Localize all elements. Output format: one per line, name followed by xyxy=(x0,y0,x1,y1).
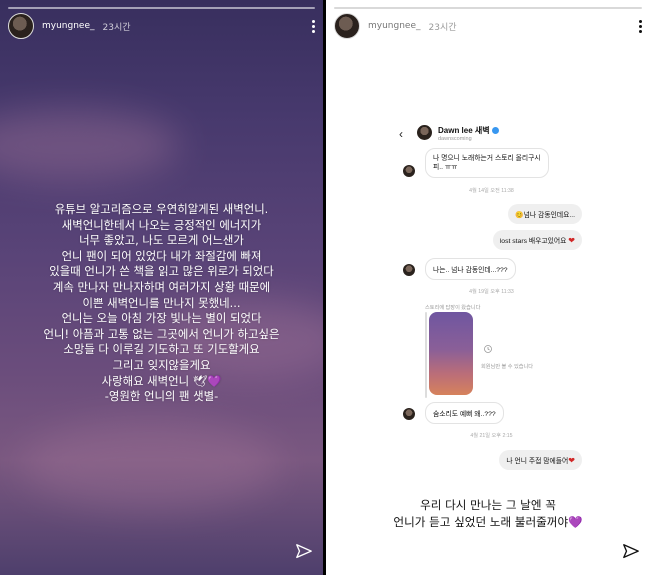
timestamp: 4월 14일 오전 11:38 xyxy=(469,188,514,194)
send-icon[interactable] xyxy=(295,543,313,561)
dm-avatar xyxy=(403,408,415,420)
story-panel-left: myungnee_ 23시간 유튜브 알고리즘으로 우연히알게된 새벽언니. 새… xyxy=(0,0,323,575)
dm-message-out: 나 언니 주접 맘에들어❤ xyxy=(499,450,582,470)
message-line: 너무 좋았고, 나도 모르게 어느샌가 xyxy=(79,233,244,248)
message-line: 있을때 언니가 쓴 책을 읽고 많은 위로가 되었다 xyxy=(49,264,274,279)
dm-header: ‹ Dawn lee 새벽 dawnscoming xyxy=(393,122,590,146)
timestamp: 4월 19일 오후 11:33 xyxy=(469,289,514,295)
message-line: 소망들 다 이루길 기도하고 또 기도할게요 xyxy=(63,342,260,357)
dm-contact-name: Dawn lee 새벽 xyxy=(438,125,499,136)
reply-label: 스토리에 답장이 왔습니다 xyxy=(425,305,481,311)
message-line: 이쁜 새벽언니를 만나지 못했네... xyxy=(82,295,241,310)
message-line: 언니 팬이 되어 있었다 내가 좌절감에 빠져 xyxy=(61,248,262,263)
post-time: 23시간 xyxy=(428,22,457,33)
more-options-icon[interactable] xyxy=(311,19,315,33)
verified-badge-icon xyxy=(491,127,499,134)
story-header: myungnee_ 23시간 xyxy=(8,13,315,39)
heart-icon: ❤ xyxy=(568,236,575,245)
send-icon[interactable] xyxy=(622,543,640,561)
story-reply-thumbnail xyxy=(429,312,473,395)
message-line: 그리고 잊지않을게요 xyxy=(112,357,211,372)
back-arrow-icon: ‹ xyxy=(399,127,403,141)
reply-bar xyxy=(425,312,427,398)
dm-avatar xyxy=(403,165,415,177)
avatar[interactable] xyxy=(8,13,34,39)
more-options-icon[interactable] xyxy=(638,19,642,33)
message-line: -영원한 언니의 팬 샛별- xyxy=(104,389,219,404)
message-line: 언니! 아픔과 고통 없는 그곳에서 언니가 하고싶은 xyxy=(43,326,280,341)
dm-screenshot: ‹ Dawn lee 새벽 dawnscoming 나 명으니 노래하는거 스토… xyxy=(393,116,590,473)
dm-avatar xyxy=(403,264,415,276)
caption-line: 언니가 듣고 싶었던 노래 불러줄꺼야💜 xyxy=(393,515,583,529)
story-caption: 우리 다시 만나는 그 날엔 꼭 언니가 듣고 싶었던 노래 불러줄꺼야💜 xyxy=(326,497,650,531)
story-progress-bar xyxy=(334,7,642,9)
story-panel-right: myungnee_ 23시간 ‹ Dawn lee 새벽 dawnscoming… xyxy=(326,0,650,575)
message-text: 피.. ㅠㅠ xyxy=(433,164,458,171)
timestamp: 4월 21일 오후 2:15 xyxy=(470,433,513,439)
avatar[interactable] xyxy=(334,13,360,39)
dm-message-out: lost stars 배우고있어요 ❤ xyxy=(492,230,582,250)
caption-line: 우리 다시 만나는 그 날엔 꼭 xyxy=(420,498,556,512)
story-progress-bar xyxy=(8,7,315,9)
story-message: 유튜브 알고리즘으로 우연히알게된 새벽언니. 새벽언니한테서 나오는 긍정적인… xyxy=(12,202,311,405)
reply-note: 회원님만 볼 수 있습니다 xyxy=(481,364,534,370)
message-text: 나 언니 주접 맘에들어 xyxy=(506,458,569,465)
dm-handle: dawnscoming xyxy=(438,136,472,142)
message-line: 새벽언니한테서 나오는 긍정적인 에너지가 xyxy=(61,217,262,232)
dm-message-in: 나는.. 넘나 감동인데...??? xyxy=(425,258,516,280)
dm-message-in: 나 명으니 노래하는거 스토리 올리구시 피.. ㅠㅠ xyxy=(425,148,549,178)
message-line: 유튜브 알고리즘으로 우연히알게된 새벽언니. xyxy=(54,202,269,216)
message-text: lost stars 배우고있어요 xyxy=(499,238,567,245)
message-line: 사랑해요 새벽언니 🕊💜 xyxy=(101,373,222,388)
history-icon xyxy=(484,345,492,353)
message-line: 계속 만나자 만나자하며 여러가지 상황 때문에 xyxy=(52,279,271,294)
username[interactable]: myungnee_ xyxy=(368,21,421,31)
message-text: 나 명으니 노래하는거 스토리 올리구시 xyxy=(433,155,541,162)
dm-message-in: 숨소리도 예뻐 왜..??? xyxy=(425,402,504,424)
dm-message-out: 😊넘나 감동인데요... xyxy=(508,204,582,224)
story-header: myungnee_ 23시간 xyxy=(334,13,642,39)
username[interactable]: myungnee_ xyxy=(42,21,95,31)
message-line: 언니는 오늘 아침 가장 빛나는 별이 되었다 xyxy=(61,311,262,326)
dm-avatar xyxy=(417,125,432,140)
heart-icon: ❤ xyxy=(568,456,575,465)
post-time: 23시간 xyxy=(102,22,131,33)
